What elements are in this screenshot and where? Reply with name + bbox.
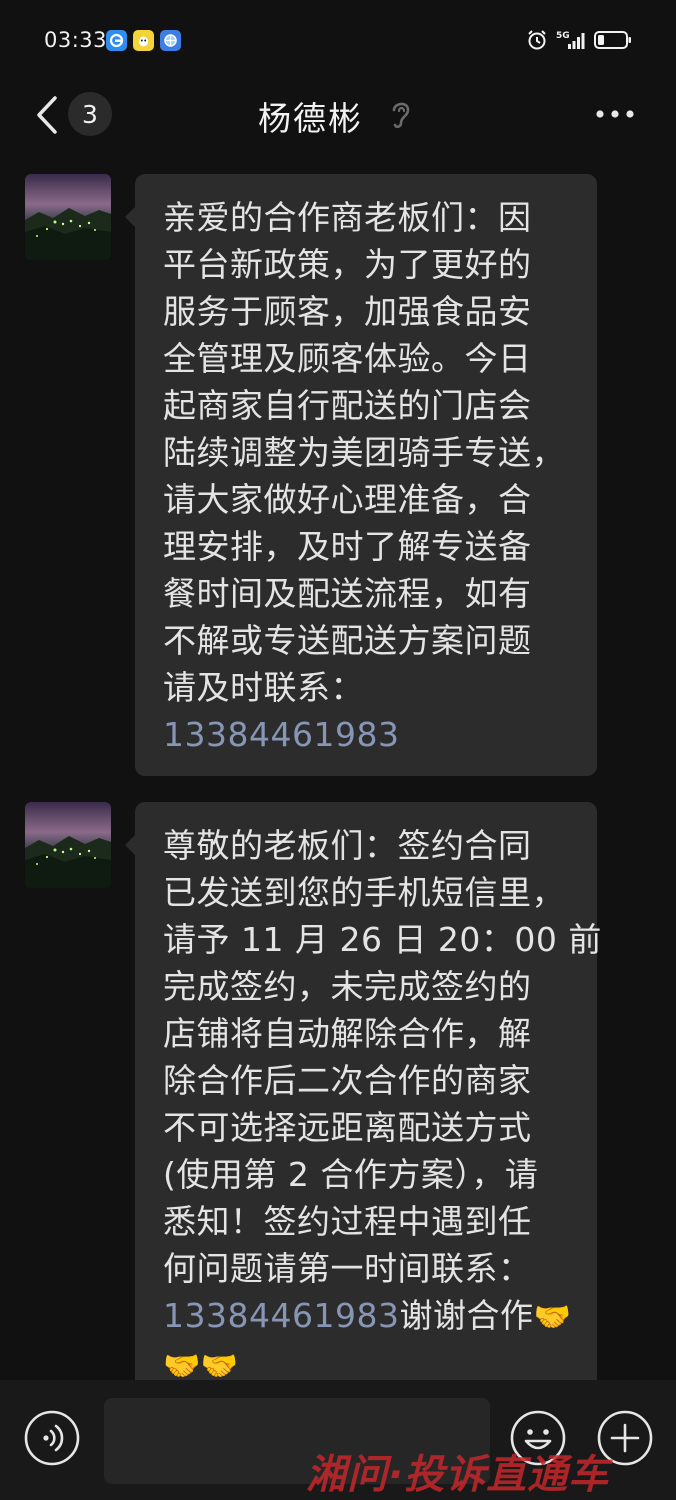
unread-count-badge: 3 xyxy=(68,92,112,136)
message-line: 请大家做好心理准备，合 xyxy=(163,480,532,519)
phone-number-link[interactable]: 13384461983 xyxy=(163,1296,399,1335)
message-line: 已发送到您的手机短信里， xyxy=(163,873,565,912)
message-line: 尊敬的老板们：签约合同 xyxy=(163,826,532,865)
sender-avatar[interactable] xyxy=(25,174,111,260)
message-line: 平台新政策，为了更好的 xyxy=(163,245,532,284)
back-arrow-icon xyxy=(37,96,57,134)
handshake-emoji: 🤝 xyxy=(533,1300,572,1335)
back-button[interactable] xyxy=(30,94,64,136)
more-options-button[interactable] xyxy=(588,96,642,132)
svg-text:5G: 5G xyxy=(556,31,570,41)
message-bubble[interactable]: 尊敬的老板们：签约合同 已发送到您的手机短信里， 请予 11 月 26 日 20… xyxy=(135,802,602,1442)
message-line: 服务于顾客，加强食品安 xyxy=(163,292,532,331)
message-line: 何问题请第一时间联系： xyxy=(163,1249,532,1288)
status-time: 03:33 xyxy=(44,28,108,52)
message-line: 全管理及顾客体验。今日 xyxy=(163,339,532,378)
voice-input-button[interactable] xyxy=(24,1410,80,1466)
message-line: 不可选择远距离配送方式 xyxy=(163,1108,532,1147)
baidu-app-icon xyxy=(106,30,127,51)
browser-icon xyxy=(160,30,181,51)
phone-number-link[interactable]: 13384461983 xyxy=(163,711,573,758)
qq-music-icon xyxy=(133,30,154,51)
signal-icon: 5G xyxy=(556,31,585,49)
notification-icons xyxy=(106,30,181,51)
message-line: 亲爱的合作商老板们：因 xyxy=(163,198,532,237)
earpiece-icon xyxy=(392,102,410,129)
sender-avatar[interactable] xyxy=(25,802,111,888)
voice-icon xyxy=(24,1410,80,1466)
battery-icon xyxy=(594,31,631,49)
message-line: 理安排，及时了解专送备 xyxy=(163,527,532,566)
message-line: (使用第 2 合作方案），请 xyxy=(163,1155,539,1194)
message-line: 不解或专送配送方案问题 xyxy=(163,621,532,660)
thanks-text: 谢谢合作 xyxy=(399,1296,534,1335)
message-line: 请予 11 月 26 日 20：00 前 xyxy=(163,920,602,959)
watermark: 湘问·投诉直通车 xyxy=(306,1452,610,1498)
handshake-emoji: 🤝 xyxy=(163,1349,201,1384)
message-line: 悉知！签约过程中遇到任 xyxy=(163,1202,532,1241)
handshake-emoji: 🤝 xyxy=(200,1349,239,1384)
message-closing-line: 13384461983谢谢合作🤝 xyxy=(163,1292,573,1341)
message-line: 除合作后二次合作的商家 xyxy=(163,1061,532,1100)
message-line: 完成签约，未完成签约的 xyxy=(163,967,532,1006)
message-line: 陆续调整为美团骑手专送， xyxy=(163,433,565,472)
chat-header: 3 杨德彬 xyxy=(0,80,676,150)
chat-title: 杨德彬 xyxy=(258,99,363,138)
night-landscape-avatar xyxy=(25,802,111,888)
message-line: 店铺将自动解除合作，解 xyxy=(163,1014,532,1053)
night-landscape-avatar xyxy=(25,174,111,260)
message-line: 请及时联系： xyxy=(163,668,364,707)
more-dots-icon xyxy=(596,110,634,118)
status-bar: 03:33 5G xyxy=(0,0,676,80)
message-line: 起商家自行配送的门店会 xyxy=(163,386,532,425)
chat-screen: 03:33 5G 3 杨德彬 亲爱的合作商老板们：因 平台新政策，为了更好的 服… xyxy=(0,0,676,1500)
status-icons: 5G xyxy=(526,29,632,51)
alarm-icon xyxy=(528,30,546,50)
message-bubble[interactable]: 亲爱的合作商老板们：因 平台新政策，为了更好的 服务于顾客，加强食品安 全管理及… xyxy=(135,174,597,776)
message-line: 餐时间及配送流程，如有 xyxy=(163,574,532,613)
